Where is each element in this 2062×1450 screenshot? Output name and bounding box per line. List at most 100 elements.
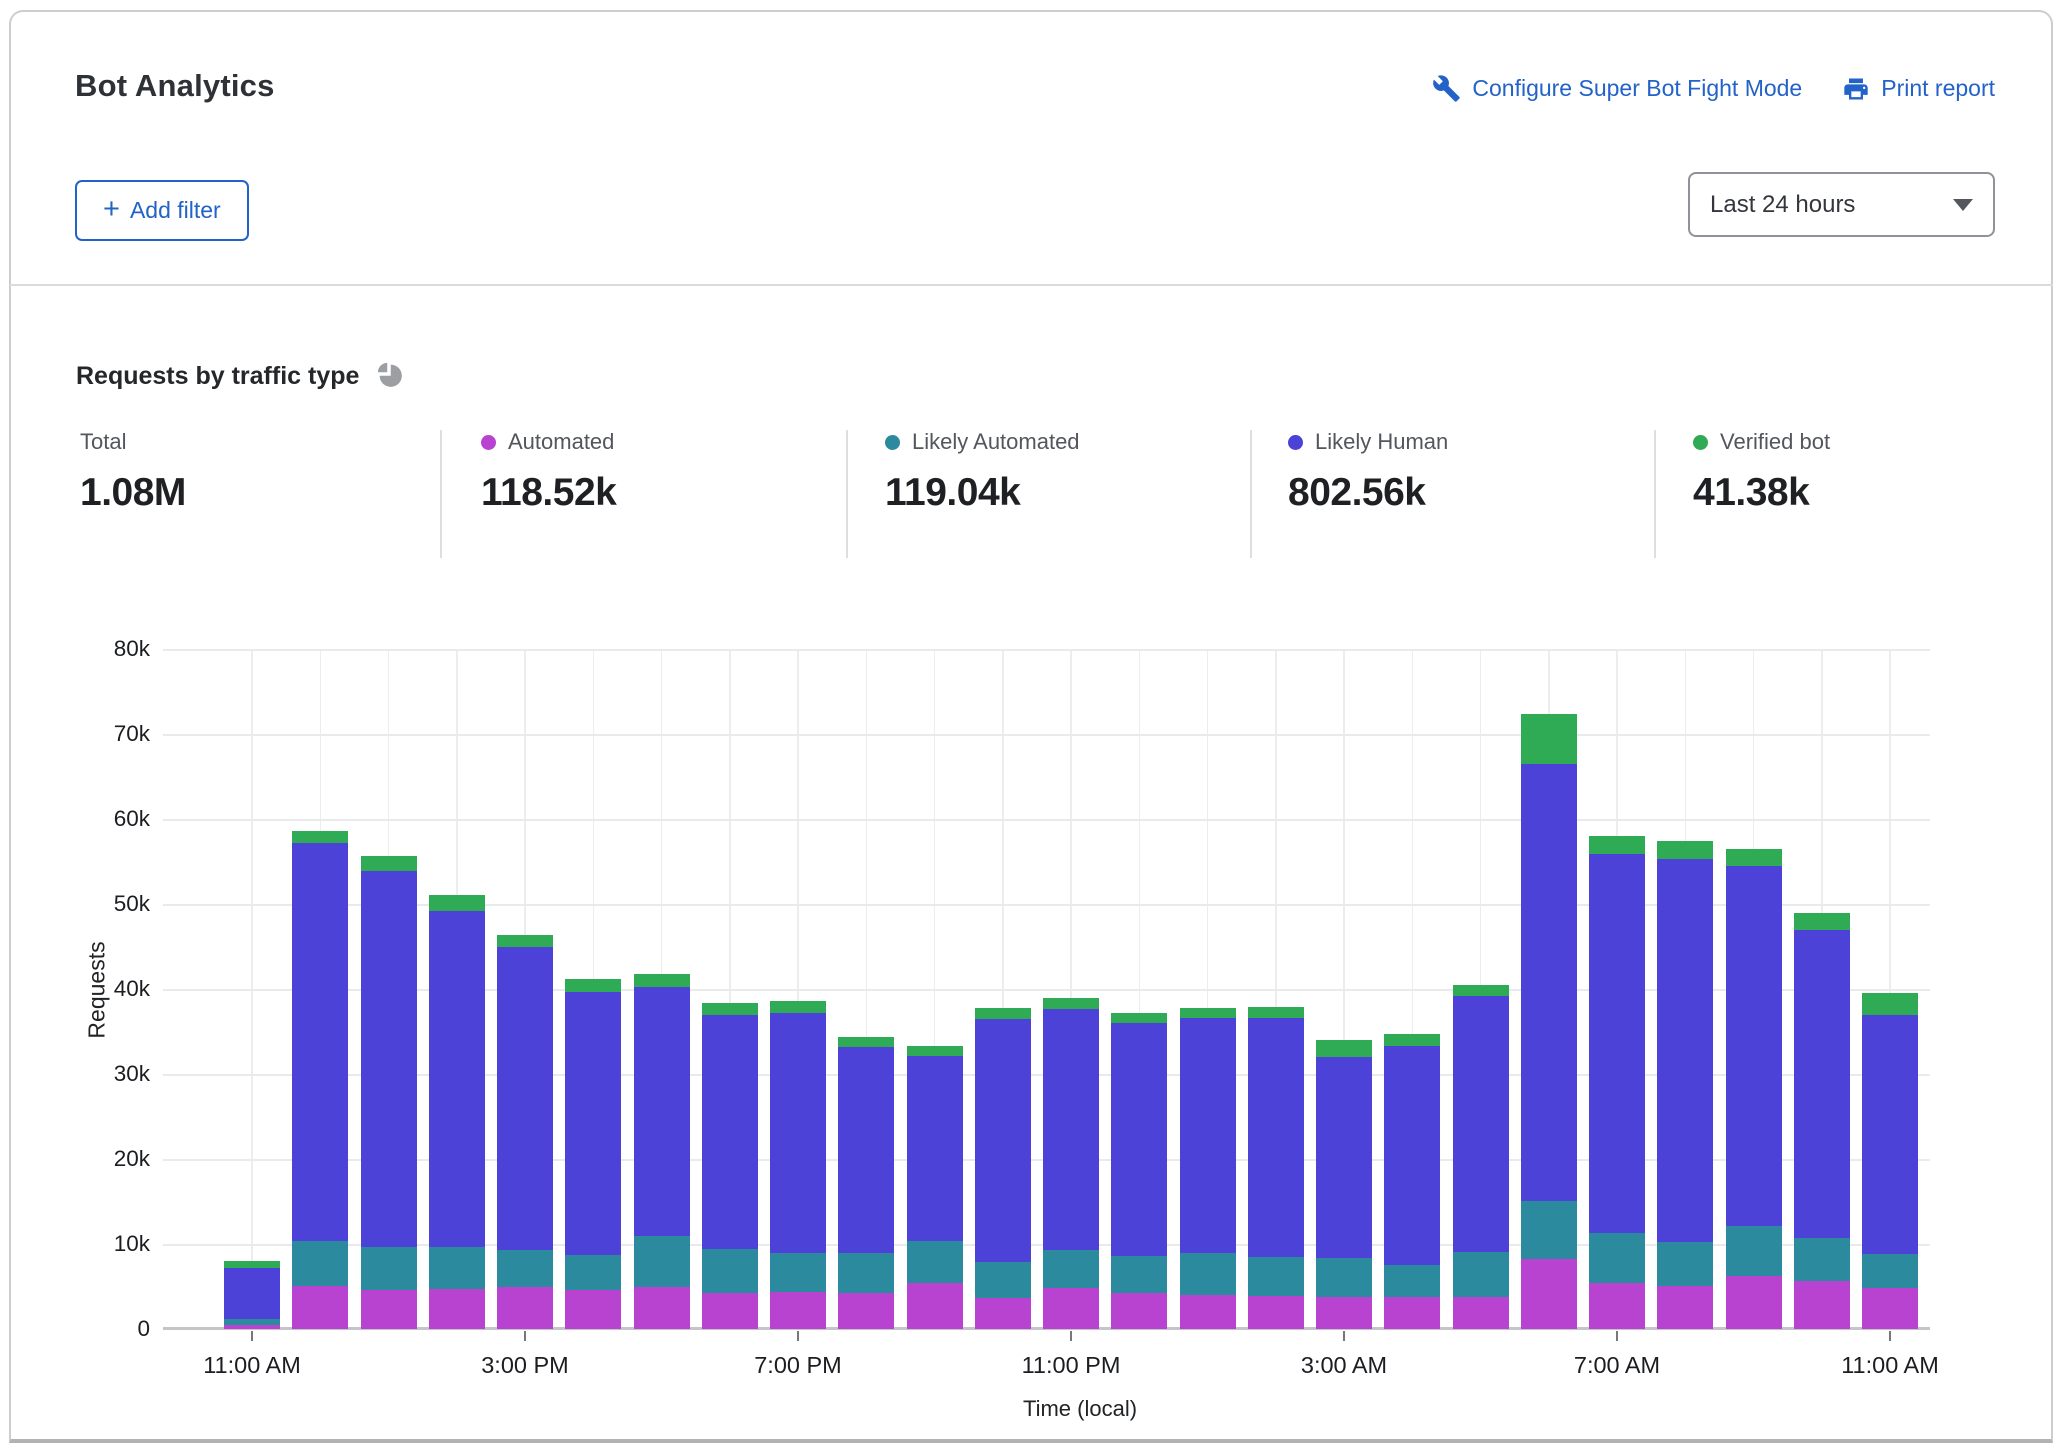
bar-segment-likely-automated[interactable] [634,1236,690,1286]
bar-segment-automated[interactable] [1589,1283,1645,1329]
bar-segment-likely-automated[interactable] [1794,1238,1850,1281]
bar-segment-likely-automated[interactable] [838,1253,894,1293]
bar-segment-likely-automated[interactable] [907,1241,963,1283]
bar-segment-likely-human[interactable] [497,947,553,1250]
bar-segment-likely-automated[interactable] [1862,1254,1918,1288]
bar-segment-verified-bot[interactable] [1248,1007,1304,1018]
bar-segment-likely-human[interactable] [1726,866,1782,1226]
bar-segment-verified-bot[interactable] [1180,1008,1236,1018]
bar-segment-automated[interactable] [429,1289,485,1329]
bar-segment-likely-human[interactable] [361,871,417,1247]
bar-segment-likely-automated[interactable] [770,1253,826,1293]
bar-segment-likely-automated[interactable] [497,1250,553,1287]
bar-segment-automated[interactable] [1521,1259,1577,1329]
bar-segment-likely-automated[interactable] [292,1241,348,1286]
bar-segment-verified-bot[interactable] [702,1003,758,1014]
bar-segment-likely-human[interactable] [1794,930,1850,1238]
bar-segment-verified-bot[interactable] [1862,993,1918,1015]
time-range-select[interactable]: Last 24 hours [1688,172,1995,237]
bar-segment-likely-human[interactable] [838,1047,894,1254]
bar-segment-likely-human[interactable] [224,1268,280,1319]
bar-segment-likely-human[interactable] [292,843,348,1241]
bar-segment-automated[interactable] [565,1290,621,1329]
bar-segment-automated[interactable] [907,1283,963,1329]
bar-segment-likely-automated[interactable] [1589,1233,1645,1283]
bar-segment-automated[interactable] [1316,1297,1372,1329]
bar-segment-verified-bot[interactable] [429,895,485,911]
bar-segment-likely-human[interactable] [702,1015,758,1250]
bar-segment-verified-bot[interactable] [1589,836,1645,854]
bar-segment-likely-human[interactable] [1248,1018,1304,1257]
bar-segment-verified-bot[interactable] [1726,849,1782,866]
add-filter-button[interactable]: + Add filter [75,180,249,241]
bar-segment-likely-automated[interactable] [429,1247,485,1289]
bar-segment-verified-bot[interactable] [224,1261,280,1268]
bar-segment-likely-automated[interactable] [565,1255,621,1290]
bar-segment-verified-bot[interactable] [361,856,417,870]
bar-segment-automated[interactable] [975,1298,1031,1329]
bar-segment-likely-automated[interactable] [1657,1242,1713,1285]
print-report-link[interactable]: Print report [1842,75,1995,103]
bar-segment-likely-automated[interactable] [224,1319,280,1325]
bar-segment-automated[interactable] [1248,1296,1304,1329]
bar-segment-likely-human[interactable] [1384,1046,1440,1265]
bar-segment-likely-human[interactable] [1316,1057,1372,1258]
bar-segment-automated[interactable] [1726,1276,1782,1329]
bar-segment-likely-automated[interactable] [1111,1256,1167,1293]
bar-segment-likely-human[interactable] [1111,1023,1167,1256]
bar-segment-automated[interactable] [497,1287,553,1330]
bar-segment-likely-automated[interactable] [1384,1265,1440,1296]
bar-segment-likely-human[interactable] [429,911,485,1248]
bar-segment-verified-bot[interactable] [1043,998,1099,1008]
bar-segment-verified-bot[interactable] [1111,1013,1167,1023]
configure-super-bot-fight-mode-link[interactable]: Configure Super Bot Fight Mode [1432,74,1802,103]
bar-segment-likely-human[interactable] [770,1013,826,1253]
bar-segment-likely-human[interactable] [975,1019,1031,1262]
bar-segment-verified-bot[interactable] [1521,714,1577,764]
bar-segment-automated[interactable] [224,1325,280,1329]
bar-segment-likely-automated[interactable] [1453,1252,1509,1297]
bar-segment-automated[interactable] [838,1293,894,1329]
bar-segment-automated[interactable] [361,1290,417,1329]
bar-segment-automated[interactable] [1453,1297,1509,1329]
bar-segment-likely-automated[interactable] [361,1247,417,1290]
bar-segment-verified-bot[interactable] [1316,1040,1372,1057]
bar-segment-likely-human[interactable] [1043,1009,1099,1250]
bar-segment-verified-bot[interactable] [1384,1034,1440,1046]
bar-segment-likely-human[interactable] [1862,1015,1918,1254]
bar-segment-automated[interactable] [702,1293,758,1329]
bar-segment-verified-bot[interactable] [634,974,690,988]
bar-segment-automated[interactable] [292,1286,348,1329]
bar-segment-likely-automated[interactable] [1180,1253,1236,1295]
bar-segment-verified-bot[interactable] [292,831,348,843]
bar-segment-verified-bot[interactable] [770,1001,826,1013]
bar-segment-likely-automated[interactable] [702,1249,758,1293]
bar-segment-likely-automated[interactable] [1521,1201,1577,1260]
bar-segment-likely-human[interactable] [1453,996,1509,1252]
bar-segment-likely-human[interactable] [565,992,621,1256]
bar-segment-automated[interactable] [1657,1286,1713,1329]
bar-segment-automated[interactable] [634,1287,690,1330]
bar-segment-likely-human[interactable] [907,1056,963,1241]
bar-segment-verified-bot[interactable] [1794,913,1850,931]
bar-segment-automated[interactable] [1111,1293,1167,1329]
bar-segment-verified-bot[interactable] [975,1008,1031,1019]
bar-segment-verified-bot[interactable] [565,979,621,992]
bar-segment-verified-bot[interactable] [838,1037,894,1046]
bar-segment-automated[interactable] [1794,1281,1850,1329]
bar-segment-likely-automated[interactable] [975,1262,1031,1299]
bar-segment-verified-bot[interactable] [1657,841,1713,859]
bar-segment-automated[interactable] [1180,1295,1236,1329]
bar-segment-automated[interactable] [1862,1288,1918,1329]
bar-segment-verified-bot[interactable] [497,935,553,947]
bar-segment-verified-bot[interactable] [1453,985,1509,996]
bar-segment-likely-human[interactable] [1521,764,1577,1201]
bar-segment-automated[interactable] [1384,1297,1440,1329]
bar-segment-likely-automated[interactable] [1248,1257,1304,1296]
bar-segment-automated[interactable] [770,1292,826,1329]
bar-segment-automated[interactable] [1043,1288,1099,1329]
bar-segment-likely-automated[interactable] [1043,1250,1099,1288]
bar-segment-likely-human[interactable] [634,987,690,1236]
bar-segment-likely-automated[interactable] [1726,1226,1782,1276]
bar-segment-likely-human[interactable] [1657,859,1713,1242]
